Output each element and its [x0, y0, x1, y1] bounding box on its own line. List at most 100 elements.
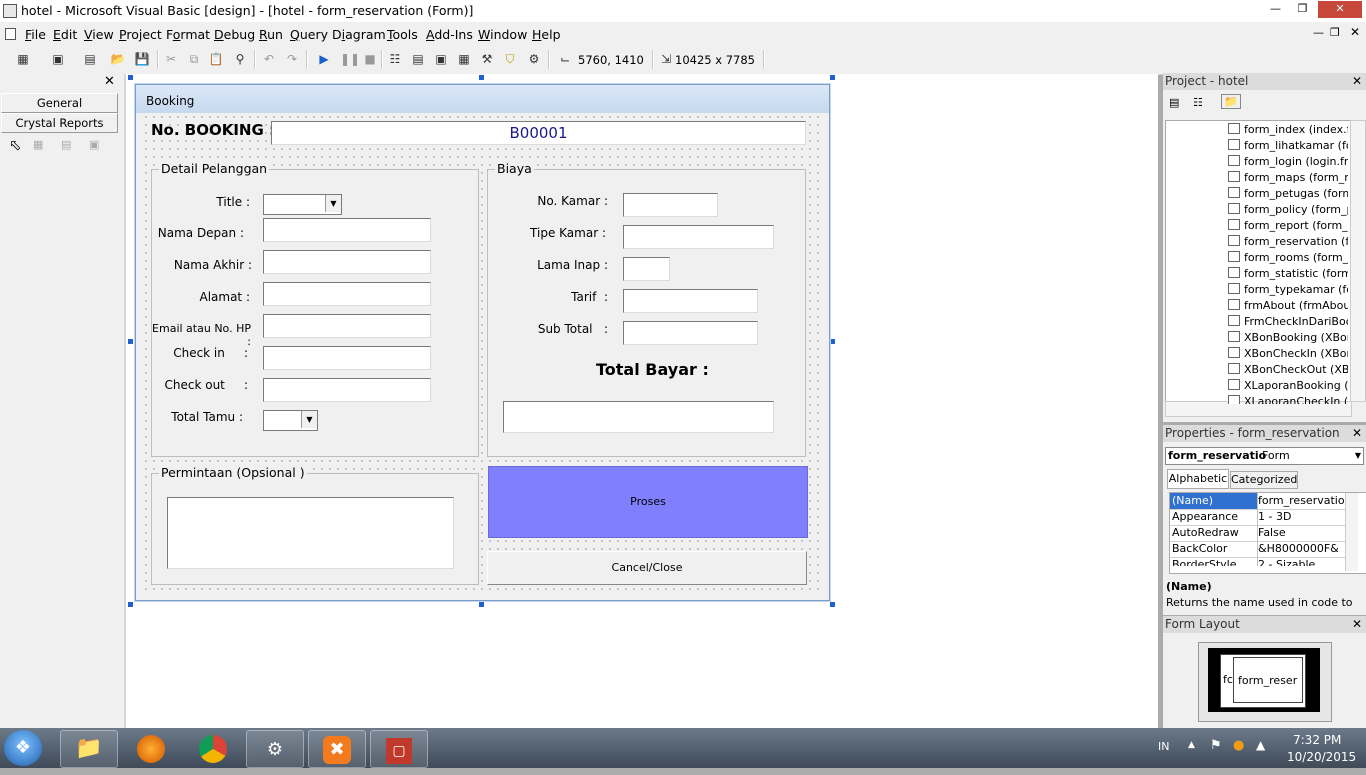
- menu-editor-icon[interactable]: ▤: [82, 51, 98, 67]
- app-taskbar-button[interactable]: ▢: [370, 730, 428, 768]
- properties-vscrollbar[interactable]: [1345, 493, 1358, 571]
- component-manager-icon[interactable]: ⚙: [526, 51, 542, 67]
- cut-icon[interactable]: ✂: [163, 51, 179, 67]
- project-tree-item[interactable]: XLaporanCheckIn (XL: [1228, 395, 1348, 404]
- network-signal-icon[interactable]: ▲: [1256, 738, 1265, 752]
- total-tamu-select[interactable]: ▼: [263, 410, 318, 431]
- project-tree-item[interactable]: XBonBooking (XBonBo: [1228, 331, 1348, 344]
- mdi-restore-button[interactable]: ❐: [1330, 26, 1340, 39]
- property-value[interactable]: 2 - Sizable: [1258, 557, 1350, 566]
- form-layout-icon[interactable]: ▣: [433, 51, 449, 67]
- clock-time[interactable]: 7:32 PM: [1293, 733, 1341, 747]
- booking-form[interactable]: Booking No. BOOKING : B00001 Detail Pela…: [135, 84, 830, 601]
- project-tree-item[interactable]: form_petugas (form_p: [1228, 187, 1348, 200]
- project-tree-item[interactable]: form_index (index.frm: [1228, 123, 1348, 136]
- project-tree-item[interactable]: frmAbout (frmAbout.f: [1228, 299, 1348, 312]
- resize-handle[interactable]: [128, 75, 133, 80]
- crystal-tool-1-icon[interactable]: ▦: [33, 138, 43, 151]
- tarif-field[interactable]: [623, 289, 758, 313]
- end-icon[interactable]: ■: [362, 51, 378, 67]
- chrome-taskbar-button[interactable]: [184, 730, 242, 768]
- start-button[interactable]: ❖: [4, 730, 42, 766]
- show-hidden-icons[interactable]: ▲: [1188, 740, 1195, 750]
- resize-handle[interactable]: [128, 602, 133, 607]
- object-select[interactable]: form_reservatio Form ▼: [1165, 447, 1364, 465]
- copy-icon[interactable]: ⧉: [186, 51, 202, 67]
- toolbox-icon[interactable]: ⚒: [479, 51, 495, 67]
- project-tree-item[interactable]: form_rooms (form_roo: [1228, 251, 1348, 264]
- menu-help[interactable]: Help: [532, 27, 561, 42]
- permintaan-textarea[interactable]: [167, 497, 454, 569]
- add-form-icon[interactable]: ▣: [50, 51, 66, 67]
- properties-window-icon[interactable]: ▤: [410, 51, 426, 67]
- pointer-tool-icon[interactable]: ⬁: [9, 136, 22, 154]
- language-indicator[interactable]: IN: [1158, 740, 1169, 753]
- lama-inap-field[interactable]: [623, 257, 670, 281]
- minimize-button[interactable]: —: [1262, 1, 1289, 18]
- project-tree-item[interactable]: form_report (form_re: [1228, 219, 1348, 232]
- toolbox-close-icon[interactable]: ✕: [104, 74, 115, 89]
- save-project-icon[interactable]: 💾: [134, 51, 150, 67]
- redo-icon[interactable]: ↷: [284, 51, 300, 67]
- object-browser-icon[interactable]: ▦: [456, 51, 472, 67]
- properties-close-icon[interactable]: ✕: [1352, 425, 1362, 442]
- project-explorer-icon[interactable]: ☷: [387, 51, 403, 67]
- property-row[interactable]: (Name) form_reservation: [1170, 493, 1351, 510]
- action-center-flag-icon[interactable]: ⚑: [1210, 738, 1222, 753]
- menu-debug[interactable]: Debug: [214, 27, 255, 42]
- maximize-button[interactable]: ❐: [1289, 1, 1316, 18]
- project-tree-item[interactable]: XLaporanBooking (XLa: [1228, 379, 1348, 392]
- open-project-icon[interactable]: 📂: [110, 51, 126, 67]
- menu-add-ins[interactable]: Add-Ins: [426, 27, 473, 42]
- undo-icon[interactable]: ↶: [261, 51, 277, 67]
- resize-handle[interactable]: [830, 339, 835, 344]
- project-tree-item[interactable]: XBonCheckOut (XBonC: [1228, 363, 1348, 376]
- menu-format[interactable]: Format: [166, 27, 210, 42]
- break-icon[interactable]: ❚❚: [340, 51, 360, 67]
- find-icon[interactable]: ⚲: [232, 51, 248, 67]
- toggle-folders-icon[interactable]: 📁: [1221, 94, 1241, 109]
- menu-file[interactable]: File: [25, 27, 46, 42]
- toolbox-tab-crystal-reports[interactable]: Crystal Reports: [1, 113, 118, 133]
- resize-handle[interactable]: [128, 339, 133, 344]
- form-preview[interactable]: fc form_reser: [1220, 654, 1306, 708]
- property-value[interactable]: form_reservation: [1258, 493, 1350, 509]
- project-tree-vscrollbar[interactable]: [1350, 120, 1366, 402]
- crystal-tool-3-icon[interactable]: ▣: [89, 138, 99, 151]
- menu-view[interactable]: View: [84, 27, 114, 42]
- project-tree-item[interactable]: XBonCheckIn (XBonCh: [1228, 347, 1348, 360]
- cancel-close-button[interactable]: Cancel/Close: [487, 551, 807, 585]
- alamat-field[interactable]: [263, 282, 431, 306]
- chevron-down-icon[interactable]: ▼: [325, 195, 341, 212]
- property-row[interactable]: BorderStyle 2 - Sizable: [1170, 557, 1351, 566]
- tab-alphabetic[interactable]: Alphabetic: [1167, 469, 1229, 489]
- property-value[interactable]: False: [1258, 525, 1350, 541]
- clock-date[interactable]: 10/20/2015: [1287, 750, 1356, 764]
- property-row[interactable]: BackColor &H8000000F&: [1170, 541, 1351, 558]
- email-field[interactable]: [263, 314, 431, 338]
- project-tree-item[interactable]: form_typekamar (form: [1228, 283, 1348, 296]
- project-tree-item[interactable]: form_policy (form_pol: [1228, 203, 1348, 216]
- menu-diagram[interactable]: Diagram: [332, 27, 386, 42]
- resize-handle[interactable]: [830, 602, 835, 607]
- check-out-field[interactable]: [263, 378, 431, 402]
- form-layout-close-icon[interactable]: ✕: [1352, 616, 1362, 633]
- menu-window[interactable]: Window: [478, 27, 527, 42]
- resize-handle[interactable]: [830, 75, 835, 80]
- check-in-field[interactable]: [263, 346, 431, 370]
- property-value[interactable]: &H8000000F&: [1258, 541, 1350, 557]
- explorer-taskbar-button[interactable]: 📁: [60, 730, 118, 768]
- crystal-tool-2-icon[interactable]: ▤: [61, 138, 71, 151]
- booking-number-field[interactable]: B00001: [271, 121, 806, 145]
- title-select[interactable]: ▼: [263, 194, 342, 215]
- menu-edit[interactable]: Edit: [53, 27, 77, 42]
- data-view-icon[interactable]: ⛉: [502, 51, 518, 67]
- tab-categorized[interactable]: Categorized: [1230, 471, 1298, 489]
- chevron-down-icon[interactable]: ▼: [1355, 448, 1361, 464]
- view-code-icon[interactable]: ▤: [1169, 96, 1179, 109]
- project-close-icon[interactable]: ✕: [1352, 73, 1362, 90]
- property-row[interactable]: Appearance 1 - 3D: [1170, 509, 1351, 526]
- add-project-icon[interactable]: ▦: [15, 51, 31, 67]
- project-tree-item[interactable]: form_lihatkamar (form: [1228, 139, 1348, 152]
- total-bayar-field[interactable]: [503, 401, 774, 433]
